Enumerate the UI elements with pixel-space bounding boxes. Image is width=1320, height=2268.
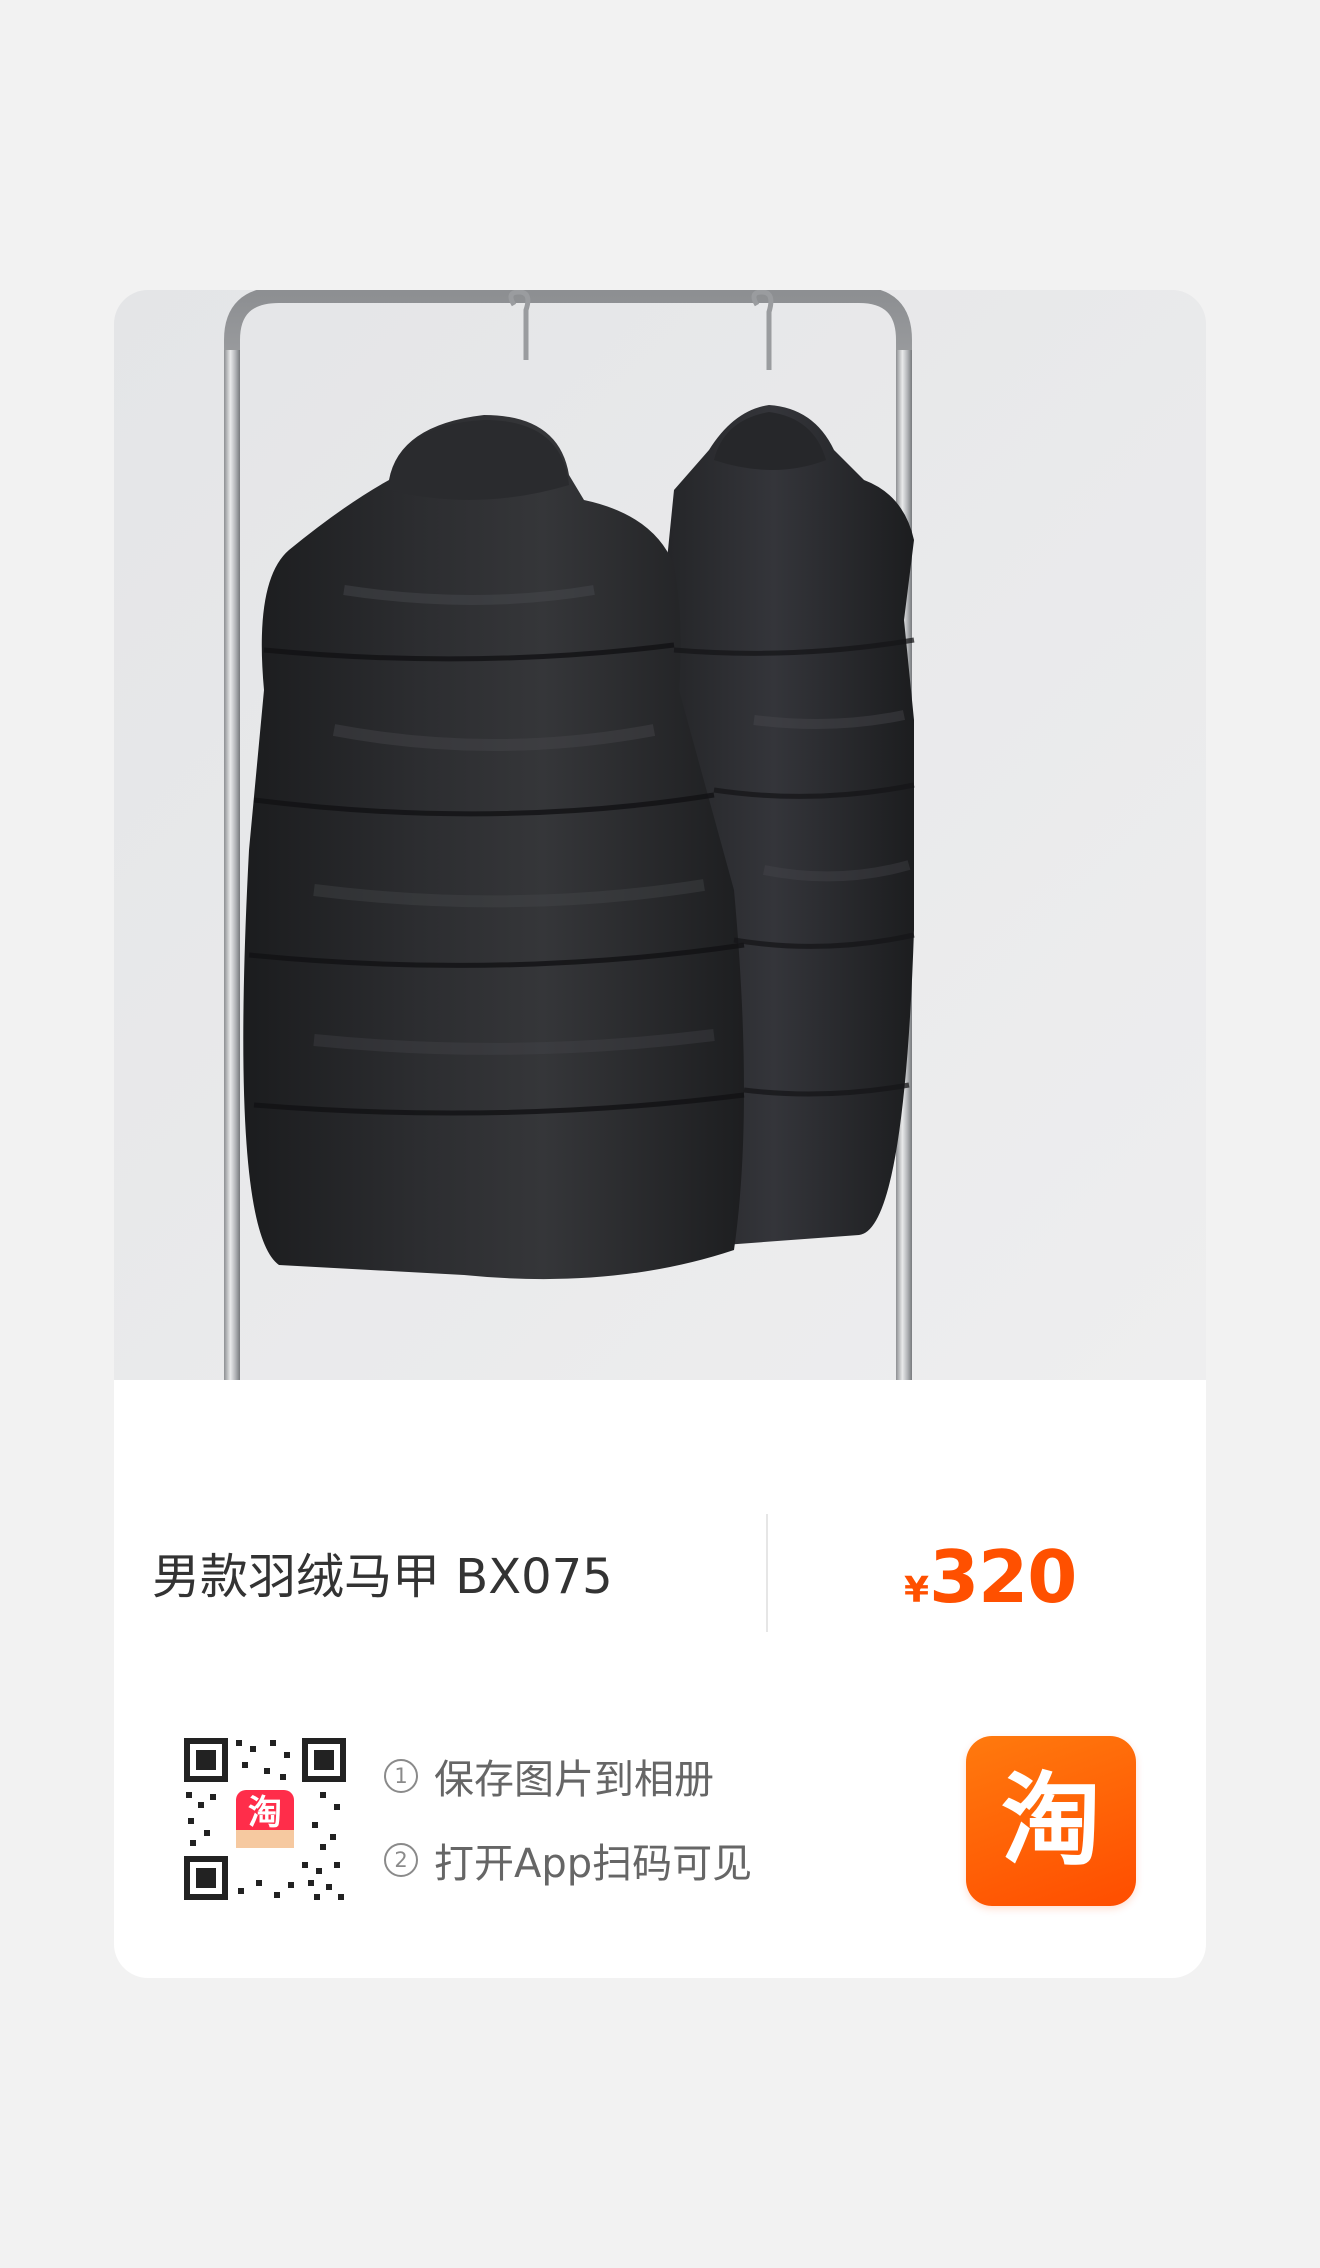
step-text: 保存图片到相册	[434, 1757, 714, 1803]
step-save-image: 1 保存图片到相册	[384, 1734, 804, 1818]
product-share-card: 男款羽绒马甲 BX075 ¥320 淘 1 保存图片到相册 2 打开App扫码可…	[114, 290, 1206, 1978]
qr-app-badge-label: 淘	[248, 1793, 282, 1833]
price-value: 320	[929, 1535, 1077, 1619]
taobao-logo-label: 淘	[1001, 1762, 1101, 1879]
currency-symbol: ¥	[904, 1570, 930, 1611]
taobao-logo-icon: 淘	[966, 1736, 1136, 1906]
product-price: ¥320	[904, 1522, 1077, 1632]
qr-code-icon: 淘	[180, 1734, 350, 1904]
step-text: 打开App扫码可见	[434, 1841, 753, 1887]
product-info-row: 男款羽绒马甲 BX075 ¥320	[114, 1514, 1206, 1632]
step-open-app: 2 打开App扫码可见	[384, 1818, 804, 1902]
product-photo	[114, 290, 1206, 1380]
step-number: 1	[384, 1759, 418, 1793]
share-steps: 1 保存图片到相册 2 打开App扫码可见	[384, 1734, 804, 1902]
step-number: 2	[384, 1843, 418, 1877]
divider	[766, 1514, 768, 1632]
product-title: 男款羽绒马甲 BX075	[152, 1549, 613, 1605]
